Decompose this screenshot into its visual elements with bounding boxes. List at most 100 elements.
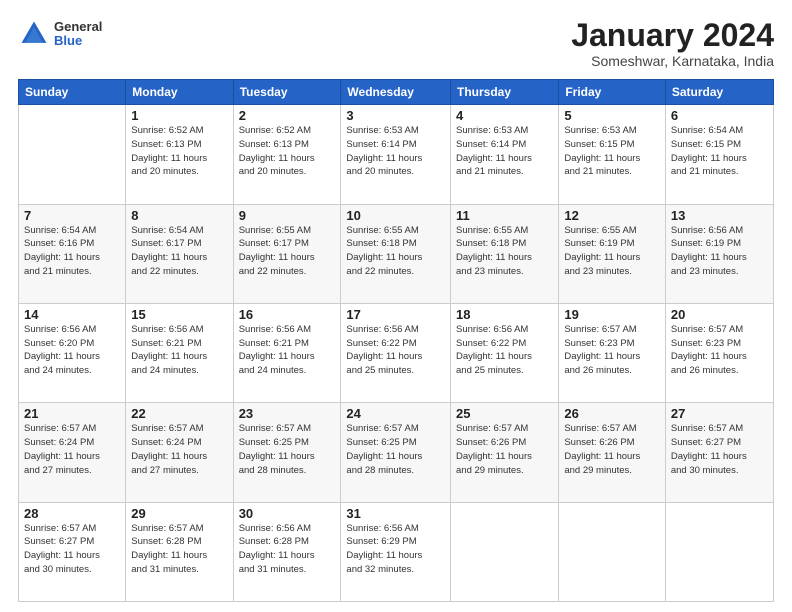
calendar-cell: 17Sunrise: 6:56 AM Sunset: 6:22 PM Dayli… — [341, 303, 451, 402]
calendar-cell — [665, 502, 773, 601]
day-number: 31 — [346, 506, 445, 521]
weekday-header: Tuesday — [233, 80, 341, 105]
logo-icon — [18, 18, 50, 50]
subtitle: Someshwar, Karnataka, India — [571, 53, 774, 69]
weekday-header: Sunday — [19, 80, 126, 105]
day-number: 2 — [239, 108, 336, 123]
day-info: Sunrise: 6:54 AM Sunset: 6:16 PM Dayligh… — [24, 224, 120, 279]
month-title: January 2024 — [571, 18, 774, 53]
calendar-cell: 13Sunrise: 6:56 AM Sunset: 6:19 PM Dayli… — [665, 204, 773, 303]
calendar-cell: 27Sunrise: 6:57 AM Sunset: 6:27 PM Dayli… — [665, 403, 773, 502]
day-info: Sunrise: 6:57 AM Sunset: 6:24 PM Dayligh… — [131, 422, 227, 477]
calendar-cell — [451, 502, 559, 601]
day-number: 22 — [131, 406, 227, 421]
calendar-cell: 19Sunrise: 6:57 AM Sunset: 6:23 PM Dayli… — [559, 303, 666, 402]
calendar-cell: 30Sunrise: 6:56 AM Sunset: 6:28 PM Dayli… — [233, 502, 341, 601]
day-info: Sunrise: 6:54 AM Sunset: 6:15 PM Dayligh… — [671, 124, 768, 179]
day-info: Sunrise: 6:56 AM Sunset: 6:28 PM Dayligh… — [239, 522, 336, 577]
calendar-cell: 11Sunrise: 6:55 AM Sunset: 6:18 PM Dayli… — [451, 204, 559, 303]
day-info: Sunrise: 6:52 AM Sunset: 6:13 PM Dayligh… — [239, 124, 336, 179]
day-info: Sunrise: 6:53 AM Sunset: 6:15 PM Dayligh… — [564, 124, 660, 179]
calendar-cell: 3Sunrise: 6:53 AM Sunset: 6:14 PM Daylig… — [341, 105, 451, 204]
day-number: 14 — [24, 307, 120, 322]
calendar-week-row: 21 Sunrise: 6:57 AM Sunset: 6:24 PM Dayli… — [19, 403, 774, 502]
day-info: Sunrise: 6:57 AM Sunset: 6:26 PM Dayligh… — [456, 422, 553, 477]
day-info: Sunrise: 6:55 AM Sunset: 6:18 PM Dayligh… — [456, 224, 553, 279]
day-info: Sunrise: 6:53 AM Sunset: 6:14 PM Dayligh… — [456, 124, 553, 179]
calendar-cell: 23Sunrise: 6:57 AM Sunset: 6:25 PM Dayli… — [233, 403, 341, 502]
calendar-cell: 7Sunrise: 6:54 AM Sunset: 6:16 PM Daylig… — [19, 204, 126, 303]
calendar-week-row: 28Sunrise: 6:57 AM Sunset: 6:27 PM Dayli… — [19, 502, 774, 601]
day-info: Sunrise: 6:56 AM Sunset: 6:22 PM Dayligh… — [456, 323, 553, 378]
day-number: 17 — [346, 307, 445, 322]
calendar-cell: 1Sunrise: 6:52 AM Sunset: 6:13 PM Daylig… — [126, 105, 233, 204]
day-number: 20 — [671, 307, 768, 322]
day-info: Sunrise: 6:56 AM Sunset: 6:22 PM Dayligh… — [346, 323, 445, 378]
logo: General Blue — [18, 18, 102, 50]
day-info: Sunrise: 6:56 AM Sunset: 6:21 PM Dayligh… — [239, 323, 336, 378]
day-info: Sunrise: 6:57 AM Sunset: 6:23 PM Dayligh… — [671, 323, 768, 378]
logo-general: General — [54, 20, 102, 34]
day-number: 25 — [456, 406, 553, 421]
day-number: 6 — [671, 108, 768, 123]
day-number: 30 — [239, 506, 336, 521]
day-info: Sunrise: 6:55 AM Sunset: 6:18 PM Dayligh… — [346, 224, 445, 279]
day-number: 13 — [671, 208, 768, 223]
calendar-cell: 2Sunrise: 6:52 AM Sunset: 6:13 PM Daylig… — [233, 105, 341, 204]
day-number: 19 — [564, 307, 660, 322]
day-info: Sunrise: 6:56 AM Sunset: 6:29 PM Dayligh… — [346, 522, 445, 577]
day-info: Sunrise: 6:56 AM Sunset: 6:19 PM Dayligh… — [671, 224, 768, 279]
logo-text: General Blue — [54, 20, 102, 49]
day-number: 8 — [131, 208, 227, 223]
page: General Blue January 2024 Someshwar, Kar… — [0, 0, 792, 612]
day-number: 16 — [239, 307, 336, 322]
day-info: Sunrise: 6:53 AM Sunset: 6:14 PM Dayligh… — [346, 124, 445, 179]
calendar-cell: 9Sunrise: 6:55 AM Sunset: 6:17 PM Daylig… — [233, 204, 341, 303]
day-number: 11 — [456, 208, 553, 223]
calendar-cell: 25Sunrise: 6:57 AM Sunset: 6:26 PM Dayli… — [451, 403, 559, 502]
weekday-header: Thursday — [451, 80, 559, 105]
calendar-cell: 18Sunrise: 6:56 AM Sunset: 6:22 PM Dayli… — [451, 303, 559, 402]
calendar-cell: 10Sunrise: 6:55 AM Sunset: 6:18 PM Dayli… — [341, 204, 451, 303]
day-number: 28 — [24, 506, 120, 521]
calendar-week-row: 7Sunrise: 6:54 AM Sunset: 6:16 PM Daylig… — [19, 204, 774, 303]
calendar-cell: 6Sunrise: 6:54 AM Sunset: 6:15 PM Daylig… — [665, 105, 773, 204]
day-info: Sunrise: 6:55 AM Sunset: 6:19 PM Dayligh… — [564, 224, 660, 279]
day-number: 9 — [239, 208, 336, 223]
day-info: Sunrise: 6:52 AM Sunset: 6:13 PM Dayligh… — [131, 124, 227, 179]
day-number: 10 — [346, 208, 445, 223]
logo-blue: Blue — [54, 34, 102, 48]
day-info: Sunrise: 6:55 AM Sunset: 6:17 PM Dayligh… — [239, 224, 336, 279]
title-block: January 2024 Someshwar, Karnataka, India — [571, 18, 774, 69]
calendar-cell: 20Sunrise: 6:57 AM Sunset: 6:23 PM Dayli… — [665, 303, 773, 402]
calendar-cell: 26Sunrise: 6:57 AM Sunset: 6:26 PM Dayli… — [559, 403, 666, 502]
day-number: 4 — [456, 108, 553, 123]
day-info: Sunrise: 6:57 AM Sunset: 6:28 PM Dayligh… — [131, 522, 227, 577]
day-info: Sunrise: 6:56 AM Sunset: 6:21 PM Dayligh… — [131, 323, 227, 378]
day-number: 23 — [239, 406, 336, 421]
day-info: Sunrise: 6:57 AM Sunset: 6:26 PM Dayligh… — [564, 422, 660, 477]
calendar-cell: 12Sunrise: 6:55 AM Sunset: 6:19 PM Dayli… — [559, 204, 666, 303]
calendar-cell — [19, 105, 126, 204]
day-info: Sunrise: 6:57 AM Sunset: 6:27 PM Dayligh… — [24, 522, 120, 577]
day-number: 1 — [131, 108, 227, 123]
day-info: Sunrise: 6:57 AM Sunset: 6:25 PM Dayligh… — [239, 422, 336, 477]
calendar-cell: 21Sunrise: 6:57 AM Sunset: 6:24 PM Dayli… — [19, 403, 126, 502]
day-number: 29 — [131, 506, 227, 521]
calendar-cell: 24Sunrise: 6:57 AM Sunset: 6:25 PM Dayli… — [341, 403, 451, 502]
day-number: 26 — [564, 406, 660, 421]
day-number: 24 — [346, 406, 445, 421]
calendar-header-row: SundayMondayTuesdayWednesdayThursdayFrid… — [19, 80, 774, 105]
day-number: 15 — [131, 307, 227, 322]
calendar-cell: 16Sunrise: 6:56 AM Sunset: 6:21 PM Dayli… — [233, 303, 341, 402]
calendar-cell: 4Sunrise: 6:53 AM Sunset: 6:14 PM Daylig… — [451, 105, 559, 204]
calendar-week-row: 1Sunrise: 6:52 AM Sunset: 6:13 PM Daylig… — [19, 105, 774, 204]
calendar-cell: 31Sunrise: 6:56 AM Sunset: 6:29 PM Dayli… — [341, 502, 451, 601]
day-number: 7 — [24, 208, 120, 223]
calendar-cell: 5Sunrise: 6:53 AM Sunset: 6:15 PM Daylig… — [559, 105, 666, 204]
day-info: Sunrise: 6:57 AM Sunset: 6:23 PM Dayligh… — [564, 323, 660, 378]
day-number: 21 — [24, 406, 120, 421]
day-number: 18 — [456, 307, 553, 322]
calendar-week-row: 14Sunrise: 6:56 AM Sunset: 6:20 PM Dayli… — [19, 303, 774, 402]
calendar-cell: 28Sunrise: 6:57 AM Sunset: 6:27 PM Dayli… — [19, 502, 126, 601]
